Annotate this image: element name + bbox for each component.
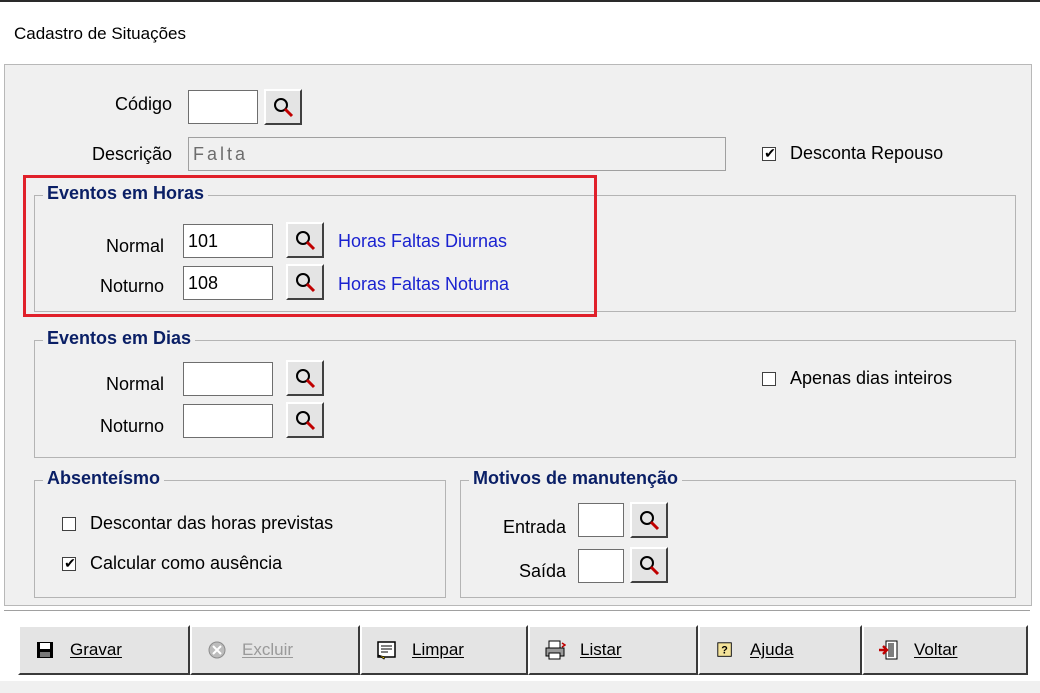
ajuda-button[interactable]: ? Ajuda [698, 625, 862, 675]
svg-text:?: ? [721, 645, 728, 657]
desconta-repouso-checkbox[interactable]: ✔ [762, 145, 776, 161]
apenas-dias-inteiros-label: Apenas dias inteiros [790, 368, 953, 388]
window-bottom-strip [0, 681, 1040, 693]
magnifier-icon [296, 369, 316, 389]
magnifier-icon [274, 98, 294, 118]
magnifier-icon [640, 556, 660, 576]
entrada-lookup-button[interactable] [630, 502, 668, 538]
eraser-icon [376, 639, 398, 661]
dias-normal-label: Normal [105, 374, 164, 394]
dias-normal-lookup-button[interactable] [286, 360, 324, 396]
saida-input[interactable] [578, 549, 624, 583]
absenteismo-group: Absenteísmo [34, 468, 446, 598]
window-titlebar: Cadastro de Situações [0, 2, 1040, 64]
delete-icon [206, 639, 228, 661]
calcular-ausencia-checkbox[interactable]: ✔ [62, 555, 76, 571]
help-icon: ? [714, 639, 736, 661]
listar-label: Listar [580, 640, 622, 659]
descricao-label: Descrição [91, 144, 172, 164]
toolbar-separator [4, 610, 1030, 611]
voltar-button[interactable]: Voltar [862, 625, 1028, 675]
motivos-title: Motivos de manutenção [469, 468, 683, 489]
gravar-button[interactable]: Gravar [18, 625, 190, 675]
window-title: Cadastro de Situações [14, 24, 186, 43]
codigo-label: Código [114, 94, 172, 114]
descricao-input[interactable] [188, 137, 726, 171]
excluir-button[interactable]: Excluir [190, 625, 360, 675]
magnifier-icon [296, 411, 316, 431]
dias-noturno-lookup-button[interactable] [286, 402, 324, 438]
entrada-input[interactable] [578, 503, 624, 537]
floppy-disk-icon [34, 639, 56, 661]
apenas-dias-inteiros-checkbox[interactable] [762, 372, 776, 386]
listar-button[interactable]: Listar [528, 625, 698, 675]
gravar-label: Gravar [70, 640, 122, 659]
calcular-ausencia-label: Calcular como ausência [90, 553, 283, 573]
exit-door-icon [878, 639, 900, 661]
voltar-label: Voltar [914, 640, 958, 659]
printer-icon [544, 639, 566, 661]
saida-lookup-button[interactable] [630, 547, 668, 583]
eventos-dias-title: Eventos em Dias [43, 328, 196, 349]
dias-normal-input[interactable] [183, 362, 273, 396]
saida-label: Saída [518, 561, 566, 581]
limpar-label: Limpar [412, 640, 464, 659]
dias-noturno-input[interactable] [183, 404, 273, 438]
entrada-label: Entrada [502, 517, 566, 537]
codigo-lookup-button[interactable] [264, 89, 302, 125]
ajuda-label: Ajuda [750, 640, 794, 659]
desconta-repouso-label: Desconta Repouso [790, 143, 944, 163]
highlight-box [23, 175, 597, 317]
absenteismo-title: Absenteísmo [43, 468, 165, 489]
dias-noturno-label: Noturno [99, 416, 164, 436]
descontar-horas-checkbox[interactable] [62, 517, 76, 531]
descontar-horas-label: Descontar das horas previstas [90, 513, 334, 533]
limpar-button[interactable]: Limpar [360, 625, 528, 675]
codigo-input[interactable] [188, 90, 258, 124]
eventos-dias-group: Eventos em Dias [34, 328, 1016, 458]
excluir-label: Excluir [242, 640, 294, 659]
magnifier-icon [640, 511, 660, 531]
